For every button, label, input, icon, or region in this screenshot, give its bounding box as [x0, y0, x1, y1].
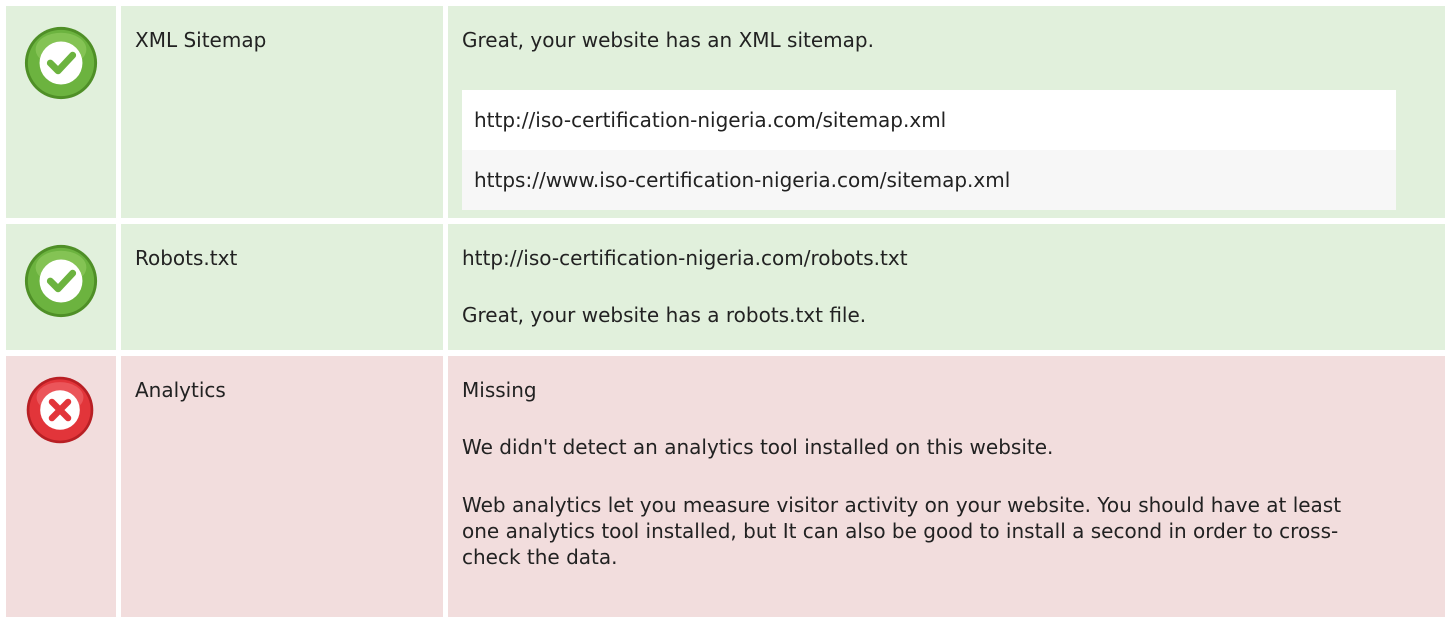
status-cell — [6, 224, 116, 350]
check-name: Analytics — [135, 378, 226, 402]
check-details: Web analytics let you measure visitor ac… — [462, 493, 1342, 569]
check-row-robots-txt: Robots.txt http://iso-certification-nige… — [0, 224, 1445, 350]
check-row-analytics: Analytics Missing We didn't detect an an… — [0, 356, 1445, 617]
status-cell — [6, 6, 116, 218]
error-circle-icon — [26, 376, 94, 444]
sitemap-url-list: http://iso-certification-nigeria.com/sit… — [462, 90, 1396, 210]
check-row-xml-sitemap: XML Sitemap Great, your website has an X… — [0, 6, 1445, 218]
check-name: Robots.txt — [135, 246, 238, 270]
check-message: Great, your website has a robots.txt fil… — [462, 303, 867, 327]
status-cell — [6, 356, 116, 617]
check-name: XML Sitemap — [135, 28, 267, 52]
check-message: We didn't detect an analytics tool insta… — [462, 435, 1054, 459]
check-circle-icon — [24, 26, 98, 100]
check-message: Great, your website has an XML sitemap. — [462, 28, 874, 52]
check-value: Missing — [462, 378, 537, 402]
sitemap-url-item: http://iso-certification-nigeria.com/sit… — [462, 90, 1396, 150]
check-circle-icon — [24, 244, 98, 318]
sitemap-url-item: https://www.iso-certification-nigeria.co… — [462, 150, 1396, 210]
robots-url: http://iso-certification-nigeria.com/rob… — [462, 246, 908, 270]
